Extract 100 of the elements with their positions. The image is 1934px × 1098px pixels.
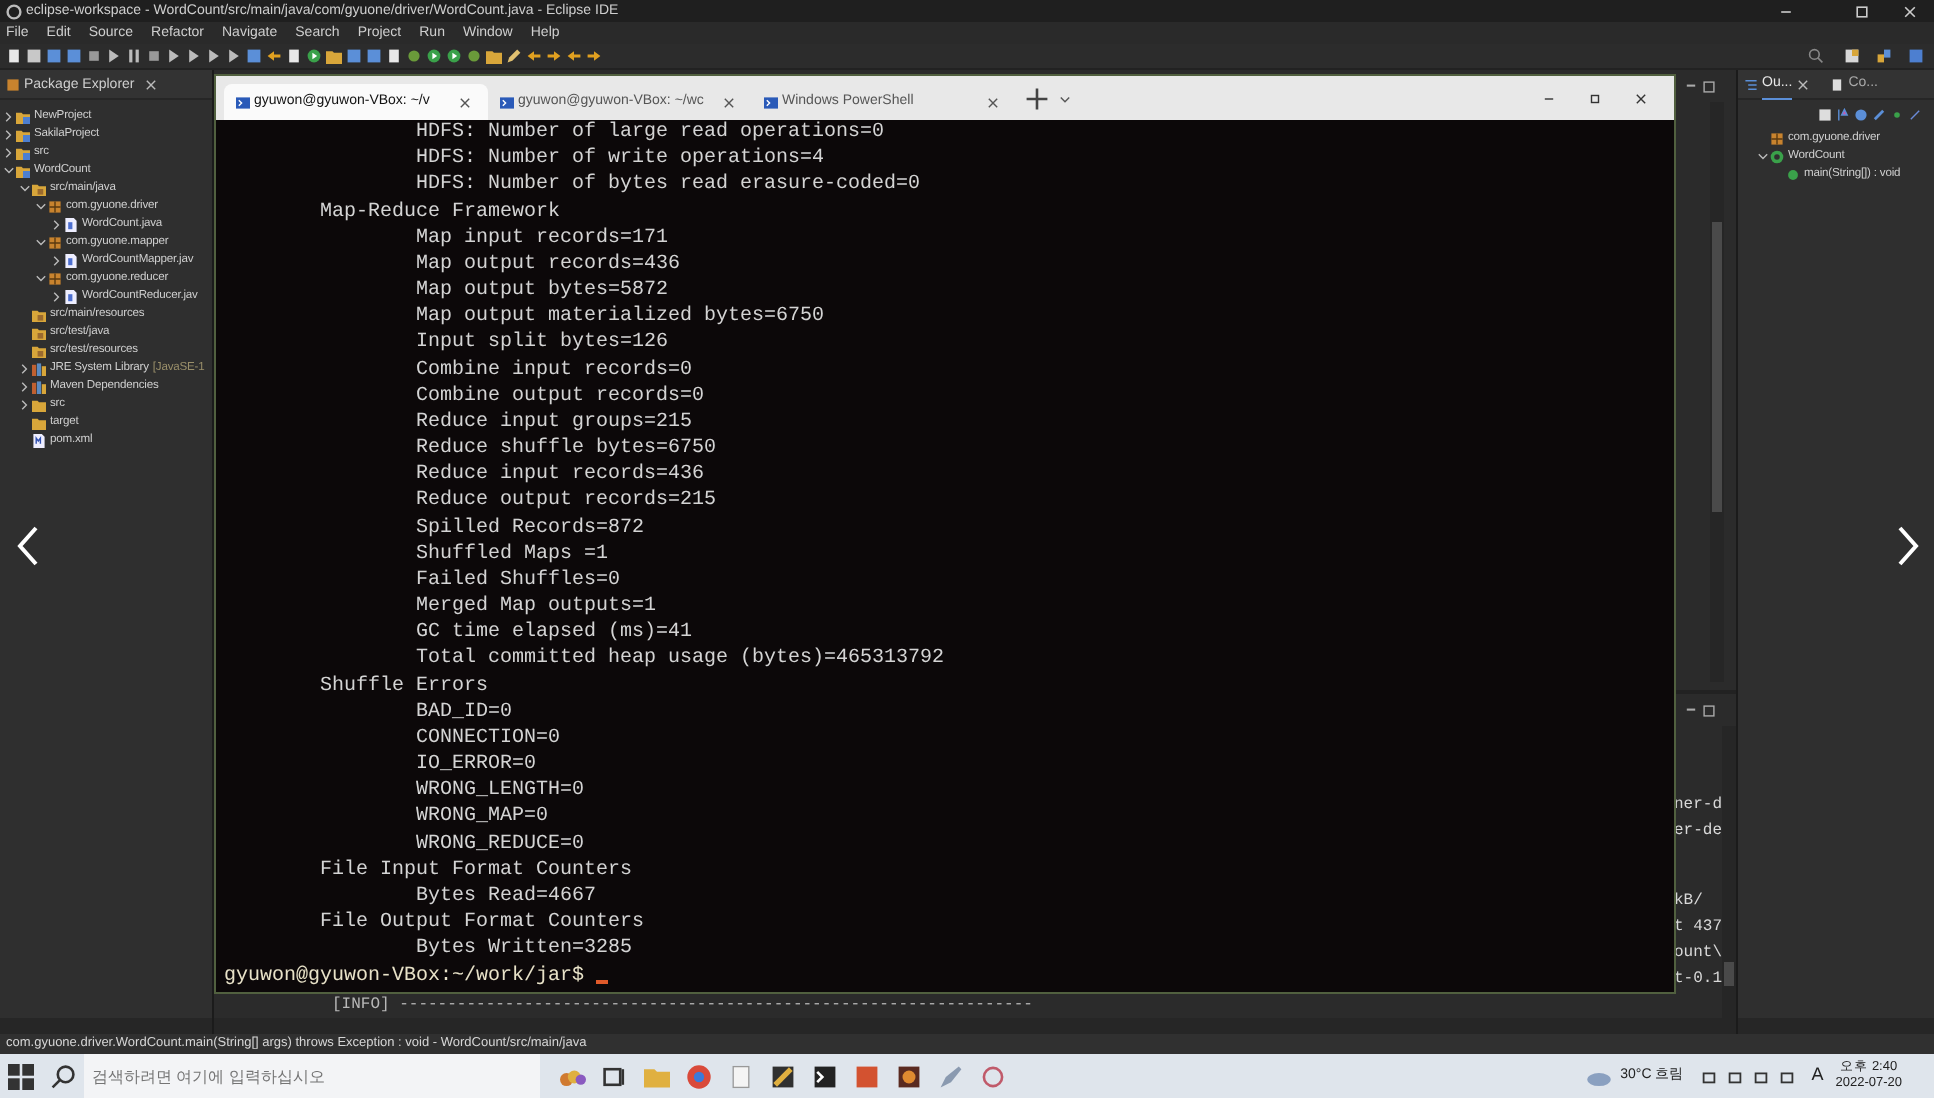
terminal-line: BAD_ID=0 xyxy=(414,699,515,726)
document-icon[interactable] xyxy=(386,48,402,64)
terminal-line: Shuffle Errors xyxy=(318,673,491,700)
terminal-line: File Input Format Counters xyxy=(318,857,635,884)
terminal-line: Input split bytes=126 xyxy=(414,330,671,358)
chevron-right-icon[interactable] xyxy=(50,218,64,232)
chevron-down-icon[interactable] xyxy=(34,200,48,214)
package-explorer-icon xyxy=(6,77,20,91)
chevron-right-icon[interactable] xyxy=(18,380,32,394)
terminal-line: Shuffled Maps =1 xyxy=(414,541,611,568)
console-line: t 437 xyxy=(1674,916,1722,940)
terminal-line: Failed Shuffles=0 xyxy=(414,567,623,595)
chevron-right-icon[interactable] xyxy=(1894,524,1922,568)
scrollbar[interactable] xyxy=(1722,726,1736,1018)
arrow-right-icon[interactable] xyxy=(546,48,562,64)
search-icon xyxy=(50,1063,76,1089)
arrow-left-icon[interactable] xyxy=(526,48,542,64)
terminal-line: Total committed heap usage (bytes)=465313792 xyxy=(414,646,947,674)
document-icon[interactable] xyxy=(6,48,22,64)
arrow-left-icon[interactable] xyxy=(266,48,282,64)
outline-icon xyxy=(1744,77,1758,91)
terminal-line: Map input records=171 xyxy=(414,225,671,252)
folder-icon[interactable] xyxy=(326,48,342,64)
arrow-right-icon[interactable] xyxy=(586,48,602,64)
terminal-line: GC time elapsed (ms)=41 xyxy=(414,620,695,647)
filter-icon[interactable] xyxy=(1854,108,1868,122)
app-icon[interactable] xyxy=(896,1063,922,1089)
maximize-icon[interactable] xyxy=(1588,91,1602,105)
terminal-icon[interactable] xyxy=(812,1063,838,1089)
project-folder-icon xyxy=(16,164,30,178)
document-icon[interactable] xyxy=(286,48,302,64)
maximize-icon[interactable] xyxy=(1702,703,1716,717)
terminal-line: IO_ERROR=0 xyxy=(414,752,539,779)
stop-icon[interactable] xyxy=(86,48,102,64)
dot-icon[interactable] xyxy=(1890,108,1904,122)
console-line: kB/ xyxy=(1674,890,1705,914)
scrollbar[interactable] xyxy=(1710,102,1724,682)
pause-icon[interactable] xyxy=(126,48,142,64)
terminal-prompt: gyuwon@gyuwon-VBox:~/work/jar$ xyxy=(224,965,585,987)
close-icon[interactable] xyxy=(458,95,472,109)
chevron-right-icon[interactable] xyxy=(50,254,64,268)
chevron-down-icon[interactable] xyxy=(1058,92,1072,106)
run-icon[interactable] xyxy=(426,48,442,64)
chevron-left-icon[interactable] xyxy=(14,524,42,568)
close-icon[interactable] xyxy=(144,77,159,91)
close-icon[interactable] xyxy=(722,95,736,109)
minimize-icon[interactable] xyxy=(1684,703,1698,717)
close-icon[interactable] xyxy=(1796,77,1811,91)
project-folder-icon xyxy=(16,128,30,142)
chevron-down-icon[interactable] xyxy=(34,272,48,286)
input-indicator[interactable]: A xyxy=(1811,1062,1824,1090)
terminal-line: Map output materialized bytes=6750 xyxy=(414,304,827,331)
browser-icon[interactable] xyxy=(686,1063,712,1089)
task-view-icon[interactable] xyxy=(602,1063,628,1089)
terminal-line: Bytes Written=3285 xyxy=(414,936,635,963)
pencil-icon[interactable] xyxy=(506,48,522,64)
folder-icon[interactable] xyxy=(486,48,502,64)
search-field[interactable]: 검색하려면 여기에 입력하십시오 xyxy=(84,1054,540,1098)
terminal-icon xyxy=(500,95,514,109)
console-line: ount\ xyxy=(1674,942,1722,966)
chevron-right-icon[interactable] xyxy=(2,110,16,124)
plus-icon[interactable] xyxy=(1024,86,1050,112)
windows-logo-icon[interactable] xyxy=(8,1063,34,1089)
chevron-right-icon[interactable] xyxy=(18,362,32,376)
terminal-line: Bytes Read=4667 xyxy=(414,883,599,911)
terminal-line: Reduce output records=215 xyxy=(414,488,719,516)
stop-icon[interactable] xyxy=(146,48,162,64)
close-icon[interactable] xyxy=(986,95,1000,109)
run-icon[interactable] xyxy=(446,48,462,64)
chevron-right-icon[interactable] xyxy=(2,128,16,142)
console-line: t-0.1 xyxy=(1674,968,1722,992)
terminal-line: Map output records=436 xyxy=(414,251,683,279)
save-icon[interactable] xyxy=(26,48,42,64)
package-icon xyxy=(48,236,62,250)
chevron-right-icon[interactable] xyxy=(50,290,64,304)
java-file-icon xyxy=(64,254,78,268)
terminal-line: HDFS: Number of large read operations=0 xyxy=(414,120,887,147)
terminal-line: Reduce input records=436 xyxy=(414,462,707,489)
package-icon xyxy=(1770,132,1784,146)
terminal-line: HDFS: Number of bytes read erasure-coded=0 xyxy=(414,172,923,200)
project-folder-icon xyxy=(16,110,30,124)
chevron-down-icon[interactable] xyxy=(1756,150,1770,164)
play-icon[interactable] xyxy=(106,48,122,64)
maximize-icon[interactable] xyxy=(1702,79,1716,93)
source-folder-icon xyxy=(32,182,46,196)
arrow-left-icon[interactable] xyxy=(566,48,582,64)
close-icon[interactable] xyxy=(1634,91,1648,105)
source-folder-icon xyxy=(32,326,46,340)
terminal-line: HDFS: Number of write operations=4 xyxy=(414,146,827,173)
chevron-right-icon[interactable] xyxy=(2,146,16,160)
terminal-icon xyxy=(236,95,250,109)
chevron-down-icon[interactable] xyxy=(2,164,16,178)
terminal-icon xyxy=(764,95,778,109)
chevron-down-icon[interactable] xyxy=(18,182,32,196)
chevron-right-icon[interactable] xyxy=(18,398,32,412)
run-icon[interactable] xyxy=(306,48,322,64)
app-icon[interactable] xyxy=(770,1063,796,1089)
chevron-down-icon[interactable] xyxy=(34,236,48,250)
search-icon[interactable] xyxy=(1808,48,1824,64)
minimize-icon[interactable] xyxy=(1684,79,1698,93)
